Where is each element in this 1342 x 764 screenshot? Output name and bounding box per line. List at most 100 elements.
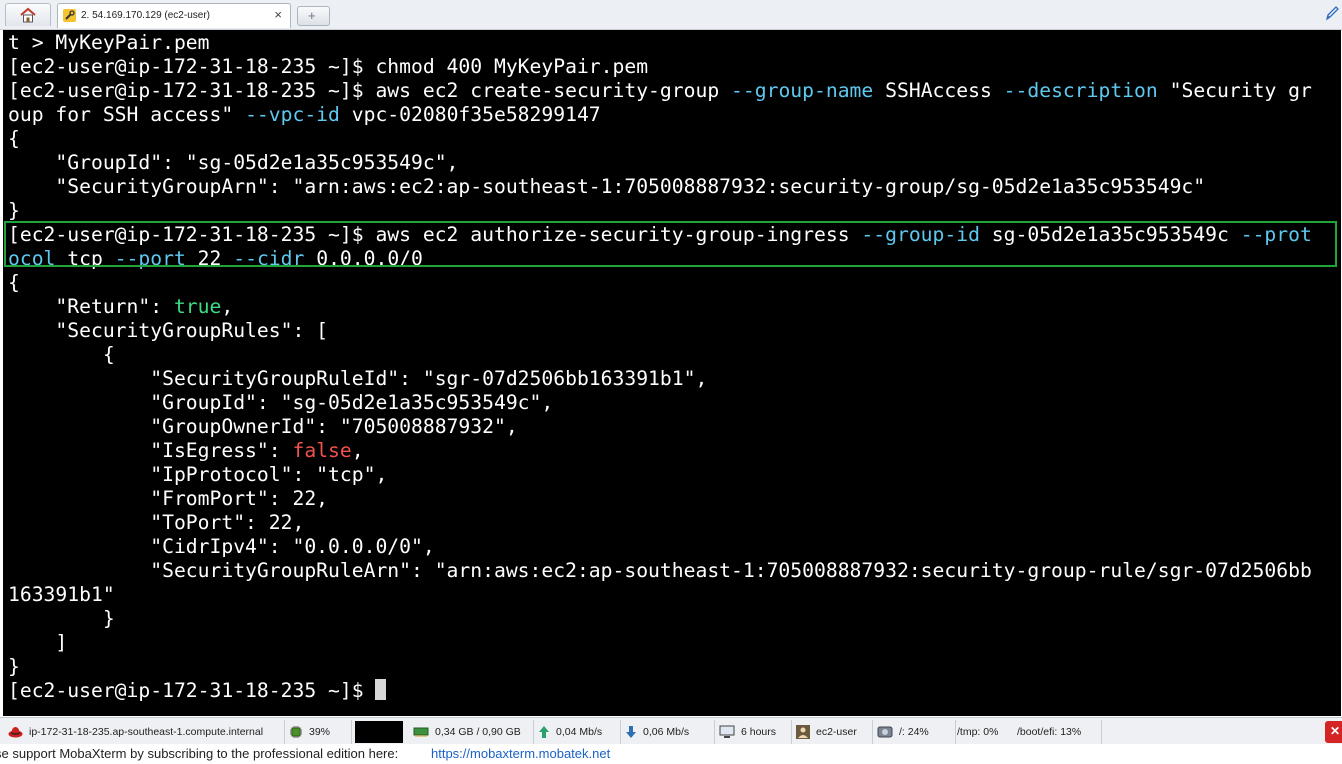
status-bar: ip-172-31-18-235.ap-southeast-1.compute.… [0,717,1342,745]
user-icon [796,725,810,739]
terminal-area[interactable]: t > MyKeyPair.pem [ec2-user@ip-172-31-18-… [3,30,1341,716]
pencil-icon[interactable] [1324,4,1340,22]
terminal-text-segment: "Security gr [1157,79,1312,102]
status-cpu[interactable]: 39% [285,720,352,744]
status-user[interactable]: ec2-user [792,720,873,744]
terminal-text-segment: { [8,127,20,150]
terminal-line: } [8,199,20,223]
terminal-text-segment: { [8,271,20,294]
home-tab-button[interactable] [5,3,51,26]
memory-icon [413,727,429,737]
terminal-line: "CidrIpv4": "0.0.0.0/0", [8,535,434,559]
terminal-line: oup for SSH access" --vpc-id vpc-02080f3… [8,103,601,127]
plus-icon: + [308,8,316,23]
terminal-text-segment: { [8,343,115,366]
terminal-line: "GroupId": "sg-05d2e1a35c953549c", [8,391,553,415]
terminal-text-segment: false [292,439,352,462]
download-arrow-icon [626,726,636,738]
terminal-line: "ToPort": 22, [8,511,304,535]
status-hostname[interactable]: ip-172-31-18-235.ap-southeast-1.compute.… [4,720,285,744]
status-download[interactable]: 0,06 Mb/s [621,720,715,744]
terminal-text-segment: "GroupOwnerId": "705008887932", [8,415,518,438]
redhat-icon [8,727,23,738]
close-icon[interactable]: × [274,7,282,22]
disk-boot-text: /boot/efi: 13% [1017,726,1082,738]
cpu-graph-box [355,721,403,743]
wrench-icon [63,9,76,22]
promo-link[interactable]: https://mobaxterm.mobatek.net [431,744,610,764]
highlight-box [4,221,1337,267]
terminal-text-segment: --vpc-id [245,103,340,126]
terminal-text-segment: [ec2-user@ip-172-31-18-235 ~]$ chmod 400… [8,55,649,78]
terminal-line: { [8,343,115,367]
terminal-line: { [8,127,20,151]
hostname-text: ip-172-31-18-235.ap-southeast-1.compute.… [29,726,264,738]
terminal-line: "SecurityGroupRules": [ [8,319,328,343]
cpu-text: 39% [309,726,331,738]
tab-title: 2. 54.169.170.129 (ec2-user) [81,10,210,21]
uptime-text: 6 hours [741,726,777,738]
disk-tmp-text: /tmp: 0% [957,726,999,738]
status-disk-tmp[interactable]: /tmp: 0% [957,720,1015,744]
upload-arrow-icon [539,726,549,738]
error-button[interactable]: ✕ [1325,721,1342,743]
error-icon: ✕ [1330,724,1341,738]
terminal-text-segment: "SecurityGroupRuleId": "sgr-07d2506bb163… [8,367,708,390]
terminal-text-segment: [ec2-user@ip-172-31-18-235 ~]$ [8,679,376,702]
terminal-line: { [8,271,20,295]
terminal-text-segment: SSHAccess [873,79,1004,102]
terminal-line: } [8,655,20,679]
status-uptime[interactable]: 6 hours [715,720,792,744]
terminal-line: "SecurityGroupRuleArn": "arn:aws:ec2:ap-… [8,559,1312,583]
terminal-text-segment: } [8,199,20,222]
terminal-line: "GroupId": "sg-05d2e1a35c953549c", [8,151,458,175]
status-disk-boot[interactable]: /boot/efi: 13% [1017,720,1102,744]
terminal-text-segment: , [221,295,234,318]
promo-text: se support MobaXterm by subscribing to t… [0,746,399,761]
terminal-text-segment: "Return": [8,295,174,318]
promo-bar: se support MobaXterm by subscribing to t… [0,744,1342,764]
terminal-line: [ec2-user@ip-172-31-18-235 ~]$ chmod 400… [8,55,648,79]
terminal-text-segment: "SecurityGroupArn": "arn:aws:ec2:ap-sout… [8,175,1206,198]
terminal-text-segment: } [8,607,115,630]
disk-icon [877,726,893,738]
terminal-line: "SecurityGroupArn": "arn:aws:ec2:ap-sout… [8,175,1205,199]
terminal-text-segment: oup for SSH access" [8,103,246,126]
terminal-text-segment: "IsEgress": [8,439,293,462]
terminal-line: "FromPort": 22, [8,487,328,511]
cpu-graph [355,720,405,744]
terminal-text-segment: "GroupId": "sg-05d2e1a35c953549c", [8,151,459,174]
terminal-text-segment: "ToPort": 22, [8,511,305,534]
terminal-text-segment: [ec2-user@ip-172-31-18-235 ~]$ aws ec2 c… [8,79,732,102]
cpu-icon [290,726,302,738]
terminal-line: 163391b1" [8,583,115,607]
terminal-line: t > MyKeyPair.pem [8,31,210,55]
terminal-line: [ec2-user@ip-172-31-18-235 ~]$ aws ec2 c… [8,79,1312,103]
status-disk-root[interactable]: /: 24% [873,720,956,744]
terminal-text-segment: "IpProtocol": "tcp", [8,463,388,486]
terminal-text-segment: 163391b1" [8,583,115,606]
terminal-text-segment: "FromPort": 22, [8,487,329,510]
terminal-cursor[interactable] [375,679,387,700]
terminal-text-segment: true [173,295,222,318]
terminal-text-segment: "GroupId": "sg-05d2e1a35c953549c", [8,391,554,414]
tab-ssh-session[interactable]: 2. 54.169.170.129 (ec2-user) × [57,3,291,28]
new-tab-button[interactable]: + [297,6,330,26]
monitor-icon [719,725,735,738]
terminal-line: "SecurityGroupRuleId": "sgr-07d2506bb163… [8,367,707,391]
status-memory[interactable]: 0,34 GB / 0,90 GB [409,720,534,744]
home-icon [20,7,36,23]
status-upload[interactable]: 0,04 Mb/s [534,720,621,744]
terminal-text-segment: --group-name [731,79,874,102]
terminal-text-segment: vpc-02080f35e58299147 [339,103,601,126]
terminal-text-segment: } [8,655,20,678]
terminal-line: "IsEgress": false, [8,439,364,463]
terminal-line: [ec2-user@ip-172-31-18-235 ~]$ [8,679,387,703]
terminal-text-segment: "SecurityGroupRules": [ [8,319,329,342]
disk-root-text: /: 24% [899,726,929,738]
upload-text: 0,04 Mb/s [556,726,603,738]
terminal-line: "GroupOwnerId": "705008887932", [8,415,518,439]
terminal-text-segment: , [351,439,364,462]
terminal-line: ] [8,631,67,655]
terminal-text-segment: "SecurityGroupRuleArn": "arn:aws:ec2:ap-… [8,559,1312,582]
